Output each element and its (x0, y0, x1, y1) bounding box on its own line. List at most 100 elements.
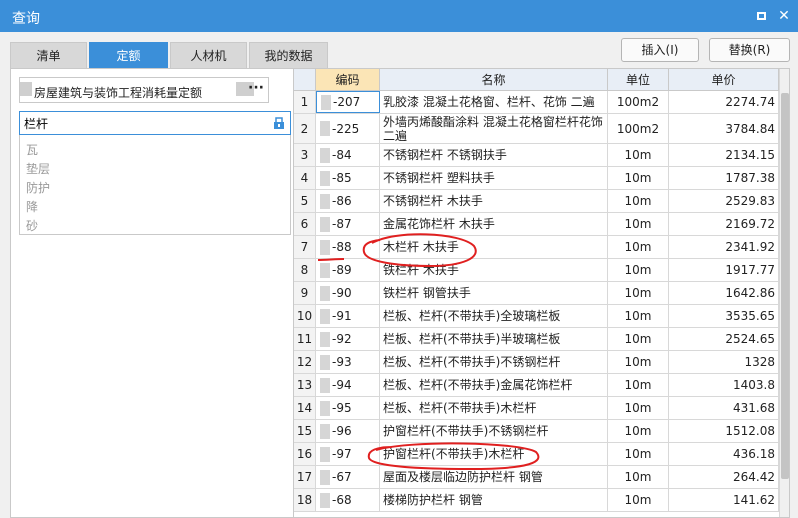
code-cell[interactable]: -68 (316, 489, 380, 511)
unit-cell[interactable]: 10m (608, 466, 669, 488)
name-cell[interactable]: 乳胶漆 混凝土花格窗、栏杆、花饰 二遍 (380, 91, 608, 113)
name-cell[interactable]: 栏板、栏杆(不带扶手)半玻璃栏板 (380, 328, 608, 350)
table-row[interactable]: 1 -207 乳胶漆 混凝土花格窗、栏杆、花饰 二遍 100m2 2274.74 (294, 91, 779, 114)
price-cell[interactable]: 2529.83 (669, 190, 779, 212)
price-cell[interactable]: 436.18 (669, 443, 779, 465)
name-cell[interactable]: 栏板、栏杆(不带扶手)木栏杆 (380, 397, 608, 419)
name-cell[interactable]: 不锈钢栏杆 塑料扶手 (380, 167, 608, 189)
row-index-cell[interactable]: 10 (294, 305, 316, 327)
table-row[interactable]: 9 -90 铁栏杆 钢管扶手 10m 1642.86 (294, 282, 779, 305)
unit-cell[interactable]: 10m (608, 328, 669, 350)
table-row[interactable]: 10 -91 栏板、栏杆(不带扶手)全玻璃栏板 10m 3535.65 (294, 305, 779, 328)
table-row[interactable]: 13 -94 栏板、栏杆(不带扶手)金属花饰栏杆 10m 1403.8 (294, 374, 779, 397)
price-cell[interactable]: 3784.84 (669, 114, 779, 143)
unit-cell[interactable]: 10m (608, 236, 669, 258)
row-index-cell[interactable]: 8 (294, 259, 316, 281)
unit-cell[interactable]: 10m (608, 489, 669, 511)
row-index-cell[interactable]: 14 (294, 397, 316, 419)
table-row[interactable]: 4 -85 不锈钢栏杆 塑料扶手 10m 1787.38 (294, 167, 779, 190)
name-cell[interactable]: 金属花饰栏杆 木扶手 (380, 213, 608, 235)
replace-button[interactable]: 替换(R) (709, 38, 790, 62)
unit-cell[interactable]: 10m (608, 282, 669, 304)
name-cell[interactable]: 不锈钢栏杆 木扶手 (380, 190, 608, 212)
table-row[interactable]: 6 -87 金属花饰栏杆 木扶手 10m 2169.72 (294, 213, 779, 236)
suggestion-item[interactable]: 垫层 (26, 160, 50, 177)
row-index-cell[interactable]: 5 (294, 190, 316, 212)
name-cell[interactable]: 不锈钢栏杆 不锈钢扶手 (380, 144, 608, 166)
price-cell[interactable]: 1328 (669, 351, 779, 373)
tab-my-data[interactable]: 我的数据 (249, 42, 328, 68)
row-index-cell[interactable]: 3 (294, 144, 316, 166)
unit-cell[interactable]: 10m (608, 443, 669, 465)
name-cell[interactable]: 护窗栏杆(不带扶手)木栏杆 (380, 443, 608, 465)
price-cell[interactable]: 3535.65 (669, 305, 779, 327)
unit-cell[interactable]: 10m (608, 305, 669, 327)
table-row[interactable]: 8 -89 铁栏杆 木扶手 10m 1917.77 (294, 259, 779, 282)
row-index-cell[interactable]: 6 (294, 213, 316, 235)
name-cell[interactable]: 护窗栏杆(不带扶手)不锈钢栏杆 (380, 420, 608, 442)
name-cell[interactable]: 栏板、栏杆(不带扶手)全玻璃栏板 (380, 305, 608, 327)
row-index-cell[interactable]: 1 (294, 91, 316, 113)
code-cell[interactable]: -225 (316, 114, 380, 143)
price-cell[interactable]: 264.42 (669, 466, 779, 488)
suggestion-item[interactable]: 防护 (26, 179, 50, 196)
table-row[interactable]: 7 -88 木栏杆 木扶手 10m 2341.92 (294, 236, 779, 259)
row-index-cell[interactable]: 4 (294, 167, 316, 189)
price-cell[interactable]: 2134.15 (669, 144, 779, 166)
price-cell[interactable]: 1787.38 (669, 167, 779, 189)
unit-cell[interactable]: 100m2 (608, 91, 669, 113)
code-cell[interactable]: -88 (316, 236, 380, 258)
code-cell[interactable]: -87 (316, 213, 380, 235)
price-cell[interactable]: 2341.92 (669, 236, 779, 258)
table-row[interactable]: 2 -225 外墙丙烯酸酯涂料 混凝土花格窗栏杆花饰 二遍 100m2 3784.84 (294, 114, 779, 144)
price-cell[interactable]: 1642.86 (669, 282, 779, 304)
scroll-thumb[interactable] (781, 93, 789, 479)
row-index-cell[interactable]: 9 (294, 282, 316, 304)
table-row[interactable]: 15 -96 护窗栏杆(不带扶手)不锈钢栏杆 10m 1512.08 (294, 420, 779, 443)
name-cell[interactable]: 铁栏杆 木扶手 (380, 259, 608, 281)
price-cell[interactable]: 431.68 (669, 397, 779, 419)
unit-cell[interactable]: 10m (608, 351, 669, 373)
close-icon[interactable]: ✕ (774, 6, 794, 26)
name-cell[interactable]: 栏板、栏杆(不带扶手)不锈钢栏杆 (380, 351, 608, 373)
more-button[interactable]: ··· (248, 80, 264, 96)
insert-button[interactable]: 插入(I) (621, 38, 699, 62)
unit-cell[interactable]: 100m2 (608, 114, 669, 143)
code-cell[interactable]: -86 (316, 190, 380, 212)
unit-cell[interactable]: 10m (608, 397, 669, 419)
table-row[interactable]: 5 -86 不锈钢栏杆 木扶手 10m 2529.83 (294, 190, 779, 213)
table-row[interactable]: 14 -95 栏板、栏杆(不带扶手)木栏杆 10m 431.68 (294, 397, 779, 420)
header-name[interactable]: 名称 (380, 69, 608, 91)
table-row[interactable]: 11 -92 栏板、栏杆(不带扶手)半玻璃栏板 10m 2524.65 (294, 328, 779, 351)
name-cell[interactable]: 楼梯防护栏杆 钢管 (380, 489, 608, 511)
suggestion-item[interactable]: 瓦 (26, 141, 38, 158)
search-icon[interactable] (272, 116, 286, 130)
price-cell[interactable]: 1512.08 (669, 420, 779, 442)
unit-cell[interactable]: 10m (608, 259, 669, 281)
tab-materials[interactable]: 人材机 (170, 42, 247, 68)
code-cell[interactable]: -96 (316, 420, 380, 442)
header-unit[interactable]: 单位 (608, 69, 669, 91)
unit-cell[interactable]: 10m (608, 167, 669, 189)
code-cell[interactable]: -89 (316, 259, 380, 281)
vertical-scrollbar[interactable] (779, 69, 789, 517)
code-cell[interactable]: -97 (316, 443, 380, 465)
price-cell[interactable]: 1917.77 (669, 259, 779, 281)
row-index-cell[interactable]: 15 (294, 420, 316, 442)
unit-cell[interactable]: 10m (608, 144, 669, 166)
table-row[interactable]: 17 -67 屋面及楼层临边防护栏杆 钢管 10m 264.42 (294, 466, 779, 489)
table-row[interactable]: 18 -68 楼梯防护栏杆 钢管 10m 141.62 (294, 489, 779, 512)
tab-bill[interactable]: 清单 (10, 42, 87, 68)
code-cell[interactable]: -67 (316, 466, 380, 488)
code-cell[interactable]: -94 (316, 374, 380, 396)
row-index-cell[interactable]: 18 (294, 489, 316, 511)
price-cell[interactable]: 2169.72 (669, 213, 779, 235)
unit-cell[interactable]: 10m (608, 374, 669, 396)
unit-cell[interactable]: 10m (608, 420, 669, 442)
name-cell[interactable]: 木栏杆 木扶手 (380, 236, 608, 258)
header-price[interactable]: 单价 (669, 69, 779, 91)
code-cell[interactable]: -91 (316, 305, 380, 327)
table-row[interactable]: 12 -93 栏板、栏杆(不带扶手)不锈钢栏杆 10m 1328 (294, 351, 779, 374)
suggestion-item[interactable]: 砂 (26, 217, 38, 234)
row-index-cell[interactable]: 16 (294, 443, 316, 465)
